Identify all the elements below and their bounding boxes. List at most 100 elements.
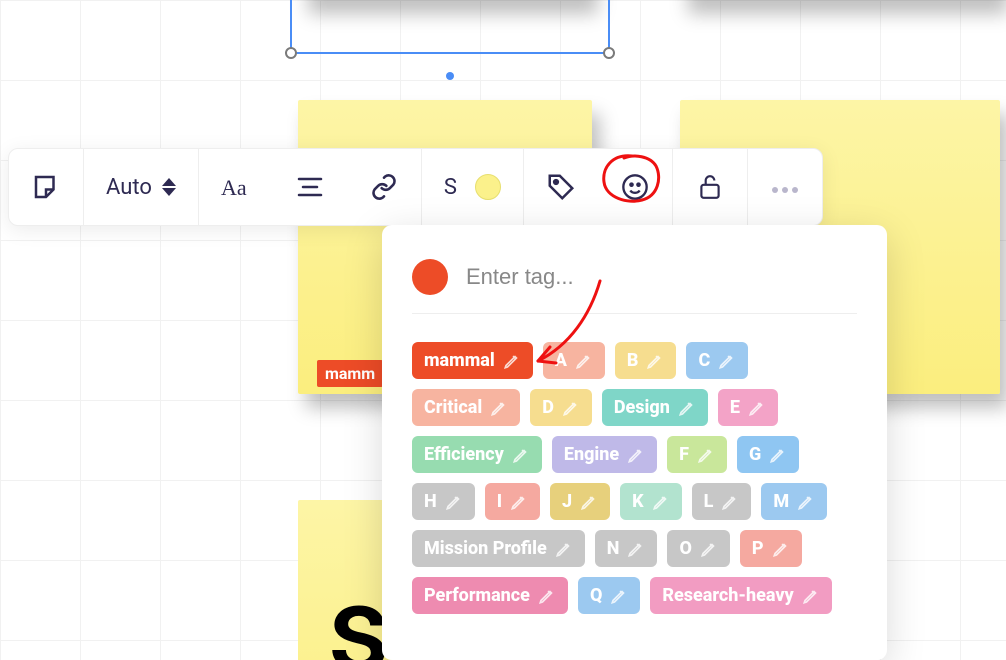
edit-icon[interactable] <box>575 352 593 370</box>
tag-chip-label: mammal <box>424 350 495 371</box>
edit-icon[interactable] <box>678 399 696 417</box>
edit-icon[interactable] <box>748 399 766 417</box>
tag-chip-label: B <box>627 350 639 371</box>
tag-chip[interactable]: Engine <box>552 436 657 473</box>
tag-chip[interactable]: A <box>543 342 605 379</box>
tag-chip[interactable]: G <box>737 436 799 473</box>
tag-chip-label: P <box>752 538 764 559</box>
tag-chip-label: M <box>773 491 789 512</box>
size-auto-button[interactable]: Auto <box>84 149 199 225</box>
tag-button[interactable] <box>524 149 598 225</box>
tag-chip-label: A <box>555 350 567 371</box>
emoji-button[interactable] <box>598 149 673 225</box>
tag-chip[interactable]: Critical <box>412 389 520 426</box>
tag-chip-label: Mission Profile <box>424 538 547 559</box>
more-button[interactable] <box>748 149 822 225</box>
edit-icon[interactable] <box>490 399 508 417</box>
color-button[interactable]: S <box>422 149 524 225</box>
tag-chip[interactable]: Performance <box>412 577 568 614</box>
tag-chip[interactable]: L <box>692 483 752 520</box>
tag-chip-label: E <box>730 397 740 418</box>
edit-icon[interactable] <box>769 446 787 464</box>
tag-chip[interactable]: Q <box>578 577 640 614</box>
edit-icon[interactable] <box>538 587 556 605</box>
tag-chip[interactable]: Efficiency <box>412 436 542 473</box>
tag-chip-label: Performance <box>424 585 530 606</box>
edit-icon[interactable] <box>510 493 528 511</box>
tag-chip[interactable]: J <box>550 483 610 520</box>
tag-chip-label: Q <box>590 585 602 606</box>
edit-icon[interactable] <box>562 399 580 417</box>
tag-popover: mammal A B C Critical D Design E Efficiency Engin… <box>382 225 887 660</box>
tag-input[interactable] <box>466 264 857 290</box>
tag-chip[interactable]: C <box>686 342 748 379</box>
edit-icon[interactable] <box>718 352 736 370</box>
tag-popover-header <box>412 259 857 314</box>
link-button[interactable] <box>347 149 422 225</box>
align-center-icon <box>295 172 325 202</box>
align-button[interactable] <box>273 149 347 225</box>
edit-icon[interactable] <box>627 540 645 558</box>
edit-icon[interactable] <box>445 493 463 511</box>
tag-chip[interactable]: P <box>740 530 802 567</box>
edit-icon[interactable] <box>580 493 598 511</box>
tag-chip-label: Efficiency <box>424 444 504 465</box>
emoji-icon <box>620 172 650 202</box>
tag-chip[interactable]: Design <box>602 389 708 426</box>
edit-icon[interactable] <box>652 493 670 511</box>
svg-text:Aa: Aa <box>221 175 247 200</box>
lock-button[interactable] <box>673 149 748 225</box>
edit-icon[interactable] <box>700 540 718 558</box>
edit-icon[interactable] <box>627 446 645 464</box>
note-style-button[interactable] <box>9 149 84 225</box>
font-button[interactable]: Aa <box>199 149 273 225</box>
tag-chip[interactable]: I <box>485 483 540 520</box>
sticky-note-text: s <box>328 560 390 660</box>
tag-color-dot[interactable] <box>412 259 448 295</box>
tag-chip[interactable]: O <box>667 530 729 567</box>
tag-chip-label: C <box>698 350 710 371</box>
edit-icon[interactable] <box>555 540 573 558</box>
edit-icon[interactable] <box>772 540 790 558</box>
edit-icon[interactable] <box>802 587 820 605</box>
tag-chip[interactable]: F <box>667 436 727 473</box>
tag-chip-label: Research-heavy <box>662 585 793 606</box>
tag-chip-label: J <box>562 491 572 512</box>
size-stepper[interactable] <box>162 178 176 196</box>
size-letter: S <box>444 175 457 200</box>
edit-icon[interactable] <box>697 446 715 464</box>
tag-chip-label: H <box>424 491 437 512</box>
unlock-icon <box>695 172 725 202</box>
selection-handle[interactable] <box>603 47 615 59</box>
edit-icon[interactable] <box>610 587 628 605</box>
edit-icon[interactable] <box>797 493 815 511</box>
tag-chip[interactable]: mammal <box>412 342 533 379</box>
edit-icon[interactable] <box>503 352 521 370</box>
color-swatch[interactable] <box>475 174 501 200</box>
tag-chip-label: O <box>679 538 691 559</box>
stepper-up-icon[interactable] <box>162 178 176 186</box>
stepper-down-icon[interactable] <box>162 188 176 196</box>
tag-chip[interactable]: B <box>615 342 677 379</box>
tag-chip[interactable]: M <box>761 483 827 520</box>
selection-rotate-handle[interactable] <box>446 72 454 80</box>
tag-chip[interactable]: D <box>530 389 592 426</box>
more-icon <box>770 178 800 197</box>
edit-icon[interactable] <box>512 446 530 464</box>
tag-chip[interactable]: N <box>595 530 658 567</box>
tag-chip-label: N <box>607 538 620 559</box>
selection-handle[interactable] <box>285 47 297 59</box>
edit-icon[interactable] <box>646 352 664 370</box>
tag-icon <box>546 172 576 202</box>
tag-chip[interactable]: H <box>412 483 475 520</box>
selection-box[interactable] <box>290 0 610 54</box>
edit-icon[interactable] <box>721 493 739 511</box>
tag-chip-label: K <box>632 491 643 512</box>
context-toolbar: Auto Aa S <box>8 148 823 226</box>
tag-chip-label: I <box>497 491 502 512</box>
tag-chip[interactable]: E <box>718 389 778 426</box>
note-tag-chip[interactable]: mamm <box>317 360 383 387</box>
tag-chip[interactable]: K <box>620 483 681 520</box>
tag-chip[interactable]: Research-heavy <box>650 577 831 614</box>
tag-chip[interactable]: Mission Profile <box>412 530 585 567</box>
